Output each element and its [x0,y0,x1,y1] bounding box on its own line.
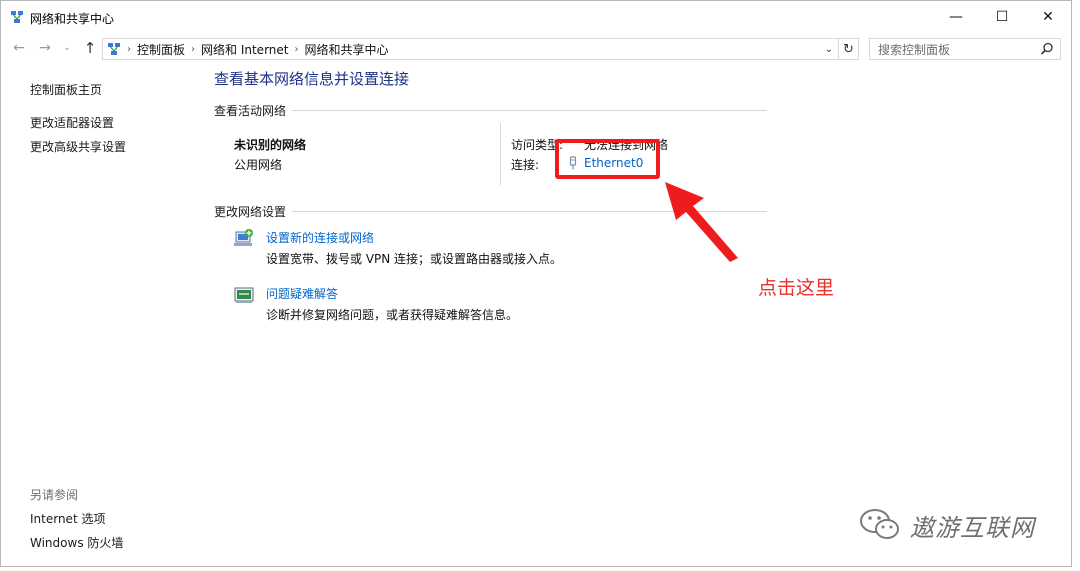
breadcrumb-control-panel[interactable]: 控制面板 [137,41,185,58]
forward-button[interactable]: → [36,38,54,58]
chevron-right-icon[interactable]: › [191,44,195,55]
sidebar-link-windows-firewall[interactable]: Windows 防火墙 [30,534,123,551]
troubleshoot-desc: 诊断并修复网络问题，或者获得疑难解答信息。 [266,308,519,322]
network-type: 公用网络 [234,158,283,172]
sidebar-link-advanced-sharing-settings[interactable]: 更改高级共享设置 [30,138,126,155]
window-title: 网络和共享中心 [30,12,115,26]
navigation-bar: ← → ⌄ ↑ › 控制面板 › 网络和 Internet › 网络和共享中心 … [1,35,1071,61]
troubleshoot-link[interactable]: 问题疑难解答 [266,285,338,302]
see-also-heading: 另请参阅 [30,488,79,502]
watermark-text: 遨游互联网 [910,513,1035,542]
page-title: 查看基本网络信息并设置连接 [214,70,410,88]
back-button[interactable]: ← [10,38,28,58]
troubleshoot-icon [234,287,254,303]
network-center-icon [11,11,23,23]
network-center-icon [108,43,120,55]
sidebar-link-internet-options[interactable]: Internet 选项 [30,510,105,527]
title-bar: 网络和共享中心 — ☐ ✕ [1,1,1071,33]
refresh-button[interactable]: ↻ [839,38,859,60]
breadcrumb-network-internet[interactable]: 网络和 Internet [201,41,288,58]
chevron-right-icon: › [127,43,131,55]
network-divider [500,123,501,185]
minimize-button[interactable]: — [933,1,979,33]
search-icon[interactable] [1040,42,1054,56]
up-button[interactable]: ↑ [81,38,99,58]
recent-locations-button[interactable]: ⌄ [58,38,76,58]
setup-new-connection-desc: 设置宽带、拨号或 VPN 连接；或设置路由器或接入点。 [266,252,563,266]
sidebar-link-change-adapter-settings[interactable]: 更改适配器设置 [30,114,114,131]
address-history-dropdown[interactable]: ⌄ [820,39,838,59]
annotation-text: 点击这里 [758,277,835,299]
setup-new-connection-link[interactable]: 设置新的连接或网络 [266,229,374,246]
network-sharing-center-window: 网络和共享中心 — ☐ ✕ ← → ⌄ ↑ › 控制面板 › 网络和 Inter… [0,0,1072,567]
search-placeholder: 搜索控制面板 [878,42,951,57]
network-name: 未识别的网络 [234,138,307,152]
new-connection-icon [234,229,253,246]
annotation-highlight-box [555,139,660,179]
chevron-right-icon[interactable]: › [294,44,298,55]
close-button[interactable]: ✕ [1025,1,1071,33]
section-divider [292,110,767,111]
left-pane: 控制面板主页 更改适配器设置 更改高级共享设置 另请参阅 Internet 选项… [1,61,201,566]
breadcrumb-network-sharing-center[interactable]: 网络和共享中心 [304,41,388,58]
active-networks-heading: 查看活动网络 [214,102,767,119]
maximize-button[interactable]: ☐ [979,1,1025,33]
search-input[interactable]: 搜索控制面板 [869,38,1061,60]
sidebar-link-control-panel-home[interactable]: 控制面板主页 [30,81,102,98]
watermark: 遨游互联网 [858,505,1035,545]
section-heading-text: 更改网络设置 [214,205,287,219]
annotation-arrow-icon [665,182,738,262]
wechat-logo-icon [860,509,899,539]
connection-label: 连接: [511,158,540,172]
address-bar[interactable]: › 控制面板 › 网络和 Internet › 网络和共享中心 ⌄ [102,38,839,60]
section-heading-text: 查看活动网络 [214,104,287,118]
